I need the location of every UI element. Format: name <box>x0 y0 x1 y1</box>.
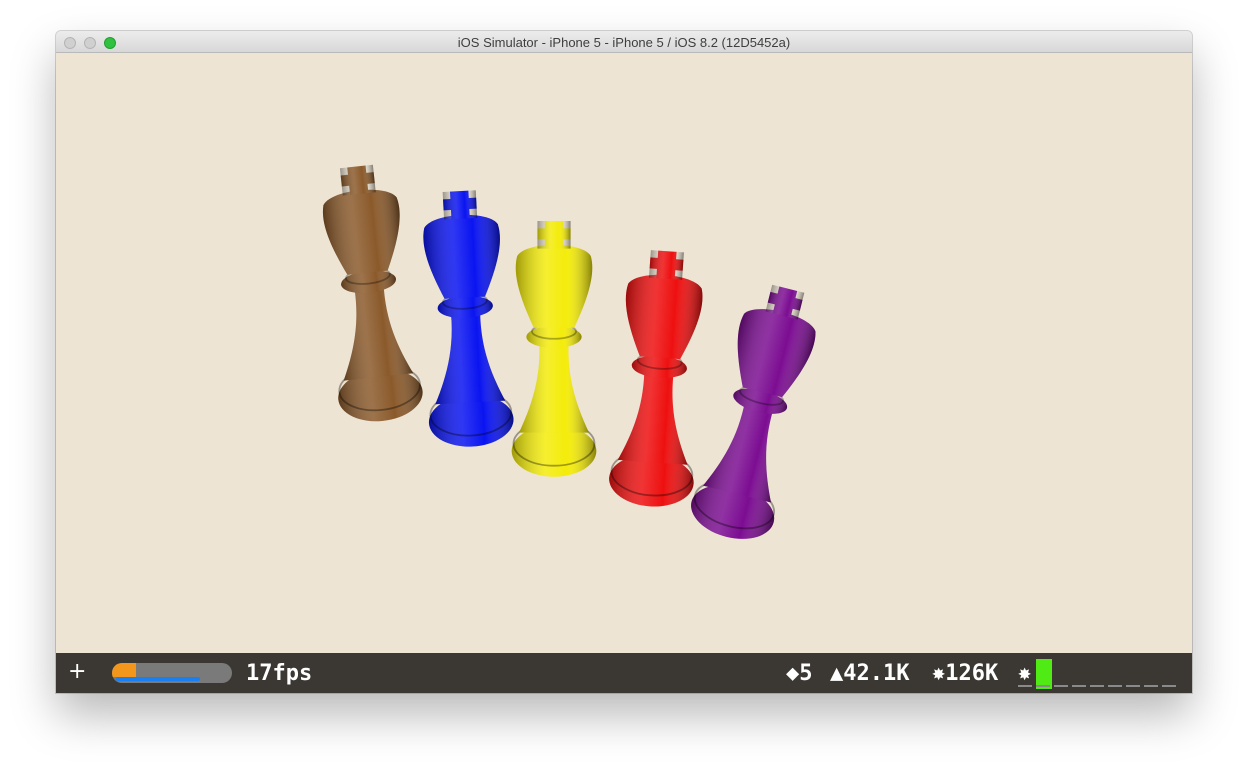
meter-segment <box>1018 685 1032 687</box>
king-piece-red <box>606 247 711 511</box>
performance-meter-track <box>1018 685 1178 687</box>
king-piece-purple <box>684 277 831 549</box>
meter-segment <box>1126 685 1140 687</box>
gauge-fill-blue <box>116 677 200 681</box>
meter-segment <box>1162 685 1176 687</box>
draw-calls-count: ◆5 <box>786 661 813 686</box>
meter-segment <box>1036 685 1050 687</box>
add-button[interactable]: + <box>68 659 86 684</box>
meter-segment <box>1108 685 1122 687</box>
king-piece-yellow <box>510 220 598 478</box>
simulator-window: iOS Simulator - iPhone 5 - iPhone 5 / iO… <box>56 31 1192 693</box>
title-bar[interactable]: iOS Simulator - iPhone 5 - iPhone 5 / iO… <box>56 31 1192 53</box>
chess-scene <box>313 161 831 549</box>
vertex-count: ✸126K <box>932 661 999 686</box>
meter-segment <box>1144 685 1158 687</box>
lights-icon: ✸ <box>1018 661 1032 686</box>
scene-view[interactable] <box>56 53 1192 653</box>
statistics-bar: + 17fps ◆5 ▲42.1K ✸126K ✸ <box>56 653 1192 693</box>
meter-segment <box>1054 685 1068 687</box>
king-piece-brown <box>313 161 427 427</box>
window-title: iOS Simulator - iPhone 5 - iPhone 5 / iO… <box>457 35 791 50</box>
meter-segment <box>1072 685 1086 687</box>
frame-time-gauge <box>112 663 232 683</box>
king-piece-blue <box>416 187 516 450</box>
fps-counter: 17fps <box>246 661 313 686</box>
triangle-count: ▲42.1K <box>830 661 910 686</box>
gauge-fill-orange <box>112 663 136 677</box>
meter-segment <box>1090 685 1104 687</box>
